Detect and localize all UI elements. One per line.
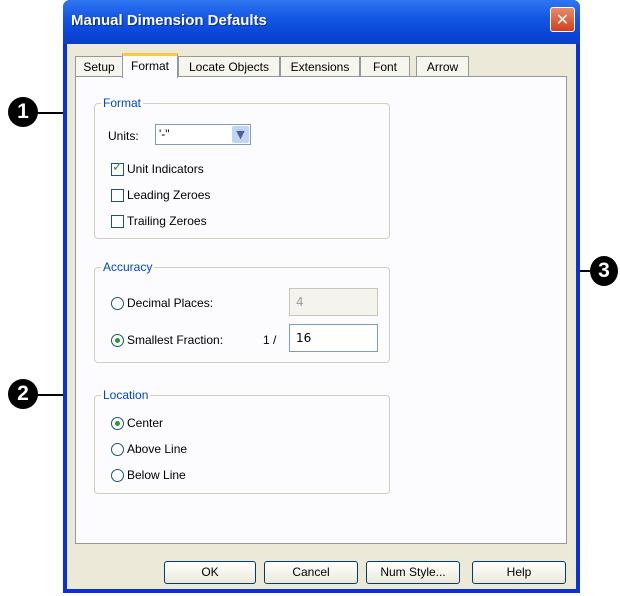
above-line-label[interactable]: Above Line: [127, 442, 187, 456]
tab-extensions[interactable]: Extensions: [280, 56, 360, 77]
tab-locate-objects[interactable]: Locate Objects: [178, 56, 280, 77]
below-line-label[interactable]: Below Line: [127, 468, 186, 482]
chevron-down-icon[interactable]: ▼: [232, 126, 249, 143]
dialog-window: Manual Dimension Defaults ✕ Setup Format…: [63, 0, 580, 593]
decimal-places-radio[interactable]: [111, 297, 124, 310]
above-line-radio[interactable]: [111, 443, 124, 456]
tab-format[interactable]: Format: [122, 53, 178, 78]
callout-3: 3: [590, 256, 618, 286]
help-button[interactable]: Help: [472, 561, 566, 584]
trailing-zeroes-label[interactable]: Trailing Zeroes: [127, 214, 207, 228]
units-select-value: '-": [159, 127, 170, 141]
smallest-fraction-value: 16: [296, 331, 312, 345]
callout-1: 1: [8, 97, 38, 127]
smallest-fraction-radio[interactable]: [111, 334, 124, 347]
accuracy-group-label: Accuracy: [101, 260, 155, 274]
smallest-fraction-label[interactable]: Smallest Fraction:: [127, 333, 223, 347]
format-tab-page: Format Units: '-" ▼ ✓ Unit Indicators Le…: [75, 76, 567, 544]
decimal-places-value: 4: [296, 295, 304, 309]
units-select[interactable]: '-" ▼: [155, 124, 251, 145]
smallest-fraction-input[interactable]: 16: [289, 324, 378, 352]
tab-arrow[interactable]: Arrow: [416, 56, 469, 77]
leading-zeroes-checkbox[interactable]: [111, 189, 124, 202]
decimal-places-label[interactable]: Decimal Places:: [127, 296, 213, 310]
smallest-fraction-prefix: 1 /: [263, 333, 277, 347]
decimal-places-input[interactable]: 4: [289, 288, 378, 316]
below-line-radio[interactable]: [111, 469, 124, 482]
location-group-label: Location: [101, 388, 151, 402]
dialog-title: Manual Dimension Defaults: [71, 12, 267, 29]
radio-dot-icon: [115, 338, 120, 343]
callout-2: 2: [8, 379, 38, 409]
leading-zeroes-label[interactable]: Leading Zeroes: [127, 188, 210, 202]
close-button[interactable]: ✕: [550, 7, 575, 32]
format-group: Format Units: '-" ▼ ✓ Unit Indicators Le…: [94, 96, 390, 239]
close-icon: ✕: [555, 10, 570, 29]
trailing-zeroes-checkbox[interactable]: [111, 215, 124, 228]
ok-button[interactable]: OK: [164, 561, 256, 584]
format-group-label: Format: [101, 96, 144, 110]
title-bar[interactable]: Manual Dimension Defaults ✕: [63, 0, 580, 44]
checkmark-icon: ✓: [112, 160, 123, 175]
tab-font[interactable]: Font: [360, 56, 410, 77]
location-group: Location Center Above Line Below Line: [94, 388, 390, 494]
center-radio[interactable]: [111, 417, 124, 430]
unit-indicators-checkbox[interactable]: ✓: [111, 160, 124, 176]
num-style-button[interactable]: Num Style...: [366, 561, 460, 584]
dialog-client: Setup Format Locate Objects Extensions F…: [67, 44, 576, 589]
radio-dot-icon: [115, 421, 120, 426]
center-label[interactable]: Center: [127, 416, 163, 430]
accuracy-group: Accuracy Decimal Places: 4 Smallest Frac…: [94, 260, 390, 363]
units-label: Units:: [108, 129, 139, 143]
cancel-button[interactable]: Cancel: [264, 561, 358, 584]
unit-indicators-label[interactable]: Unit Indicators: [127, 162, 204, 176]
tab-setup[interactable]: Setup: [75, 56, 123, 77]
